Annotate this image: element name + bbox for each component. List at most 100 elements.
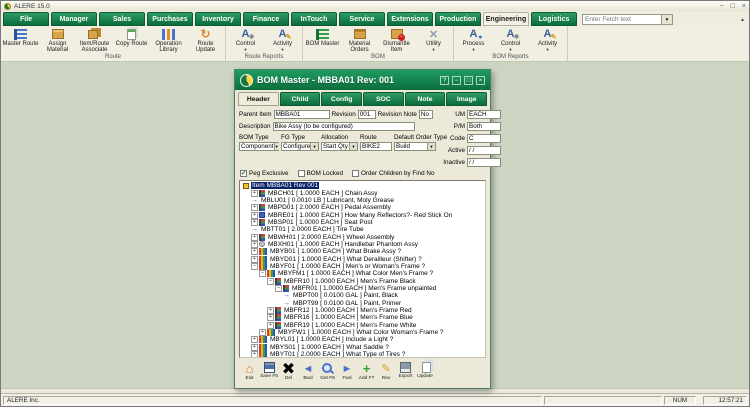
ribbon-button-item-route-associate[interactable]: Item/Route Associate [76, 27, 113, 54]
code-field[interactable] [467, 134, 501, 143]
revision-note-field[interactable] [418, 110, 433, 119]
checkbox-bom-locked[interactable]: BOM Locked [297, 170, 343, 177]
fetch-dropdown-button[interactable]: ▼ [662, 14, 673, 25]
save-f5-button[interactable]: Save F5 [260, 362, 278, 379]
maximize-icon[interactable]: □ [731, 3, 735, 10]
expand-icon[interactable]: + [251, 248, 258, 256]
ribbon-button-activity[interactable]: A ✎ Activity ▼ [529, 27, 566, 54]
tab-header[interactable]: Header [238, 92, 279, 106]
tree-item[interactable]: − MBFR01 [ 1.0000 EACH ] Men's Frame unpa… [241, 284, 485, 292]
active-field[interactable] [467, 146, 501, 155]
expand-icon[interactable]: + [251, 336, 258, 344]
collapse-icon[interactable]: − [275, 284, 282, 292]
bwd-button[interactable]: ◄ Bwd [301, 362, 316, 382]
ribbon-collapse-icon[interactable]: ▲ [740, 17, 745, 23]
ribbon-button-copy-route[interactable]: Copy Route [113, 27, 150, 54]
minimize-icon[interactable]: − [720, 3, 724, 10]
menu-tab-inventory[interactable]: Inventory [195, 12, 241, 26]
tree-item[interactable]: − MBYF01 [ 1.0000 EACH ] Men's or Woman's… [241, 262, 485, 270]
tree-item[interactable]: → MBPT99 [ 0.0100 GAL ] Paint, Primer [241, 300, 485, 307]
tab-config[interactable]: Config [321, 92, 363, 106]
tree-item[interactable]: + MBYS01 [ 1.0000 EACH ] What Saddle ? [241, 343, 485, 351]
expand-icon[interactable]: + [267, 314, 274, 322]
tree-item[interactable]: + MBYD01 [ 1.0000 EACH ] What Derailleur … [241, 255, 485, 263]
bom-type-select[interactable]: Component ▼ [239, 142, 279, 151]
menu-tab-logistics[interactable]: Logistics [531, 12, 577, 26]
add-f7-button[interactable]: + Add F7 [359, 361, 374, 381]
checkbox-order-children-by-find-no[interactable]: Order Children by Find No [351, 170, 434, 177]
tree-item[interactable]: → MBPT00 [ 0.0100 GAL ] Paint, Black [241, 292, 485, 299]
expand-icon[interactable]: + [267, 321, 274, 329]
menu-tab-sales[interactable]: Sales [99, 12, 145, 26]
tree-item[interactable]: + MBSP01 [ 1.0000 EACH ] Seat Post [241, 218, 485, 226]
dialog-help-button[interactable]: ? [440, 75, 449, 85]
collapse-icon[interactable]: − [267, 277, 274, 285]
dialog-maximize-button[interactable]: □ [464, 75, 473, 85]
ribbon-button-control[interactable]: A ✸ Control ▼ [227, 27, 264, 54]
ribbon-button-operation-library[interactable]: Operation Library [150, 27, 187, 54]
tree-item[interactable]: → MBTT01 [ 2.0000 EACH ] Tire Tube [241, 226, 485, 233]
menu-tab-service[interactable]: Service [339, 12, 385, 26]
unchecked-checkbox-icon[interactable] [351, 170, 359, 177]
inactive-field[interactable] [467, 158, 501, 167]
ribbon-button-material-orders[interactable]: Material Orders [341, 27, 378, 54]
collapse-icon[interactable]: − [251, 262, 258, 270]
route-field[interactable] [360, 142, 392, 151]
tree-item[interactable]: + MBYB01 [ 1.0000 EACH ] What Brake Assy … [241, 248, 485, 256]
ribbon-button-control[interactable]: A ✸ Control ▼ [492, 27, 529, 54]
tree-item[interactable]: Item MBBA01 Rev 001 [241, 182, 485, 190]
description-field[interactable] [272, 122, 415, 131]
get-f8-button[interactable]: Get F8 [320, 362, 335, 381]
allocation-select[interactable]: Start Qty ▼ [321, 142, 358, 151]
tree-item[interactable]: → MBLU01 [ 0.0010 LB ] Lubricant, Moly Gr… [241, 197, 485, 204]
expand-icon[interactable]: + [251, 343, 258, 351]
expand-icon[interactable]: + [267, 307, 274, 315]
expand-icon[interactable]: + [251, 233, 258, 241]
menu-tab-intouch[interactable]: InTouch [291, 12, 337, 26]
menu-tab-production[interactable]: Production [435, 12, 481, 26]
checked-checkbox-icon[interactable]: ✔ [240, 170, 247, 177]
tree-item[interactable]: + MBXH01 [ 1.0000 EACH ] Handlebar Phanto… [241, 240, 485, 248]
tree-item[interactable]: + MBCH01 [ 1.0000 EACH ] Chain Assy [241, 189, 485, 197]
tree-item[interactable]: + MBRE01 [ 1.0000 EACH ] How Many Reflect… [241, 211, 485, 219]
pm-field[interactable] [467, 122, 501, 131]
tab-image[interactable]: Image [446, 92, 488, 106]
expand-icon[interactable]: + [251, 211, 258, 219]
tree-item[interactable]: + MBFR16 [ 1.0000 EACH ] Men's Frame Blue [241, 314, 485, 322]
close-icon[interactable]: × [742, 3, 746, 10]
expand-icon[interactable]: + [251, 255, 258, 263]
expand-icon[interactable]: + [251, 189, 258, 197]
ribbon-button-route-update[interactable]: ↻ Route Update [187, 27, 224, 54]
tab-note[interactable]: Note [404, 92, 446, 106]
menu-tab-extensions[interactable]: Extensions [387, 12, 433, 26]
tree-item[interactable]: + MBYT01 [ 2.0000 EACH ] What Type of Tir… [241, 351, 485, 357]
um-field[interactable] [467, 110, 501, 119]
dialog-titlebar[interactable]: BOM Master - MBBA01 Rev: 001 ? − □ × [235, 70, 490, 90]
expand-icon[interactable]: + [251, 240, 258, 248]
tree-item[interactable]: − MBFR10 [ 1.0000 EACH ] Men's Frame Blac… [241, 277, 485, 285]
revision-field[interactable] [357, 110, 376, 119]
tab-soc[interactable]: SOC [363, 92, 404, 106]
menu-tab-engineering[interactable]: Engineering [483, 12, 529, 26]
default-order-type-select[interactable]: Build ▼ [394, 142, 436, 151]
exit-button[interactable]: ⌂ Exit [242, 362, 257, 381]
menu-tab-file[interactable]: File [3, 12, 49, 26]
tree-item[interactable]: + MBYL01 [ 1.0000 EACH ] Include a Light … [241, 336, 485, 344]
ribbon-button-bom-master[interactable]: BOM Master [304, 27, 341, 54]
checkbox-peg-exclusive[interactable]: ✔ Peg Exclusive [240, 170, 289, 177]
expand-icon[interactable]: + [251, 204, 258, 212]
expand-icon[interactable]: + [251, 218, 258, 226]
rev-button[interactable]: ✎ Rev [379, 362, 394, 381]
fwd-button[interactable]: ► Fwd [340, 362, 355, 382]
collapse-icon[interactable]: − [259, 270, 266, 278]
ribbon-button-dismantle-item[interactable]: Dismantle Item [378, 27, 415, 54]
menu-tab-manager[interactable]: Manager [51, 12, 97, 26]
fg-type-select[interactable]: Configure ▼ [281, 142, 319, 151]
ribbon-button-activity[interactable]: A ✎ Activity ▼ [264, 27, 301, 54]
expand-icon[interactable]: + [259, 329, 266, 337]
del-button[interactable]: ✖ Del [281, 361, 296, 382]
parent-item-field[interactable] [273, 110, 330, 119]
menu-tab-finance[interactable]: Finance [243, 12, 289, 26]
unchecked-checkbox-icon[interactable] [297, 170, 305, 177]
fetch-input[interactable] [582, 14, 662, 25]
